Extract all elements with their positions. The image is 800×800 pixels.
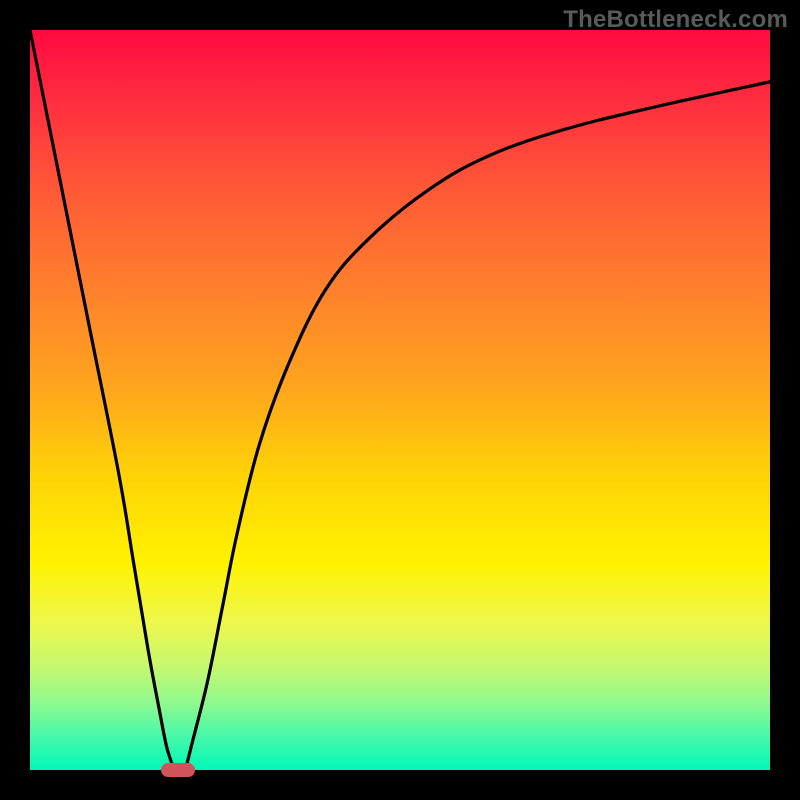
chart-frame: TheBottleneck.com	[0, 0, 800, 800]
curve-layer	[30, 30, 770, 770]
curve-right-branch	[185, 82, 770, 770]
min-point-marker	[161, 763, 195, 777]
curve-left-branch	[30, 30, 174, 770]
plot-area	[30, 30, 770, 770]
